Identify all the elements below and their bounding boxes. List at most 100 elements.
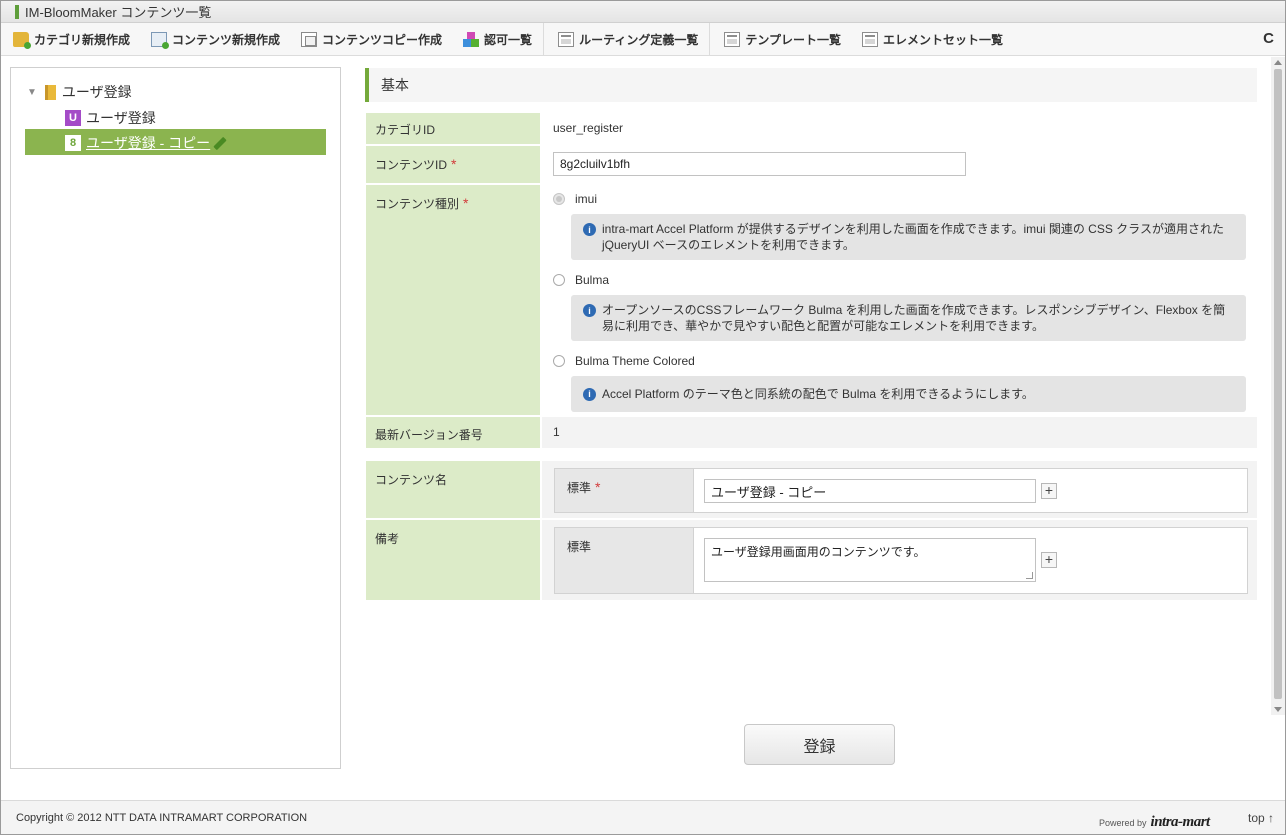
create-content-button[interactable]: コンテンツ新規作成 xyxy=(141,23,291,56)
content-id-input[interactable]: 8g2cluilv1bfh xyxy=(553,152,966,176)
info-icon: i xyxy=(583,304,596,317)
content-badge-icon: U xyxy=(65,110,81,126)
content-name-cell: 標準 * ユーザ登録 - コピー + xyxy=(542,461,1257,518)
radio-bulma-label: Bulma xyxy=(575,273,610,287)
window-icon xyxy=(558,31,575,47)
radio-bulma[interactable] xyxy=(553,274,565,286)
radio-option-bulma[interactable]: Bulma xyxy=(553,273,1246,287)
info-icon: i xyxy=(583,223,596,236)
tree-item-user-register[interactable]: U ユーザ登録 xyxy=(65,108,156,128)
latest-version-label: 最新バージョン番号 xyxy=(366,417,540,448)
section-title: 基本 xyxy=(365,68,1257,102)
scroll-up-icon[interactable] xyxy=(1274,60,1282,65)
copy-icon xyxy=(301,31,318,47)
info-icon: i xyxy=(583,387,596,401)
permission-list-label: 認可一覧 xyxy=(484,32,533,47)
element-set-list-button[interactable]: エレメントセット一覧 xyxy=(852,23,1014,56)
required-mark: * xyxy=(463,195,469,211)
powered-by: Powered by intra-mart xyxy=(1099,814,1210,831)
latest-version-row: 最新バージョン番号 1 xyxy=(366,417,1257,448)
permission-list-button[interactable]: 認可一覧 xyxy=(453,23,543,56)
content-name-input[interactable]: ユーザ登録 - コピー xyxy=(704,479,1036,503)
content-name-value-cell: ユーザ登録 - コピー + xyxy=(694,469,1247,512)
copy-content-button[interactable]: コンテンツコピー作成 xyxy=(291,23,453,56)
collapse-toggle-icon[interactable]: ▼ xyxy=(27,87,37,98)
window-icon xyxy=(862,31,878,47)
window-title: IM-BloomMaker コンテンツ一覧 xyxy=(25,5,212,20)
radio-option-imui[interactable]: imui xyxy=(553,192,1246,206)
content-id-row: コンテンツID * 8g2cluilv1bfh xyxy=(366,146,1257,183)
remarks-label: 備考 xyxy=(366,520,540,600)
latest-version-value: 1 xyxy=(542,417,1257,448)
template-list-label: テンプレート一覧 xyxy=(745,32,841,47)
register-button[interactable]: 登録 xyxy=(744,724,895,765)
radio-bulma-theme-colored-label: Bulma Theme Colored xyxy=(575,354,695,368)
create-content-label: コンテンツ新規作成 xyxy=(172,32,281,47)
locale-label-text: 標準 xyxy=(567,481,592,495)
window-icon xyxy=(724,31,741,47)
content-tree: ▼ ユーザ登録 U ユーザ登録 8 ユーザ登録 - コピー xyxy=(10,67,341,769)
copy-content-label: コンテンツコピー作成 xyxy=(322,32,443,47)
vertical-scrollbar[interactable] xyxy=(1271,57,1285,715)
remarks-row: 備考 標準 ユーザ登録用画面用のコンテンツです。 + xyxy=(366,520,1257,600)
category-id-value: user_register xyxy=(542,113,1257,144)
remarks-textarea[interactable]: ユーザ登録用画面用のコンテンツです。 xyxy=(704,538,1036,582)
info-bulma-theme-colored-text: Accel Platform のテーマ色と同系統の配色で Bulma を利用でき… xyxy=(602,387,1034,401)
content-type-row: コンテンツ種別 * imui i intra-mart Accel Platfor… xyxy=(366,185,1257,415)
content-type-label-text: コンテンツ種別 xyxy=(375,197,460,211)
content-id-label-text: コンテンツID xyxy=(375,158,448,172)
content-id-label: コンテンツID * xyxy=(366,146,540,183)
remarks-text: ユーザ登録用画面用のコンテンツです。 xyxy=(711,545,926,559)
radio-option-bulma-theme-colored[interactable]: Bulma Theme Colored xyxy=(553,354,1246,368)
info-bulma: i オープンソースのCSSフレームワーク Bulma を利用した画面を作成できま… xyxy=(571,295,1246,341)
refresh-icon[interactable]: C xyxy=(1263,30,1274,47)
required-mark: * xyxy=(451,156,457,172)
info-bulma-theme-colored: i Accel Platform のテーマ色と同系統の配色で Bulma を利用… xyxy=(571,376,1246,412)
footer: Copyright © 2012 NTT DATA INTRAMART CORP… xyxy=(1,800,1285,834)
create-category-label: カテゴリ新規作成 xyxy=(34,32,131,47)
template-list-button[interactable]: テンプレート一覧 xyxy=(709,22,852,56)
title-bar: IM-BloomMaker コンテンツ一覧 xyxy=(1,1,1285,23)
content-badge-icon: 8 xyxy=(65,135,81,151)
routing-list-label: ルーティング定義一覧 xyxy=(579,32,699,47)
tree-root-label: ユーザ登録 xyxy=(61,84,132,100)
category-id-label: カテゴリID xyxy=(366,113,540,144)
scroll-thumb[interactable] xyxy=(1274,69,1282,699)
content-add-icon xyxy=(151,31,170,49)
locale-label: 標準 * xyxy=(555,469,694,512)
remarks-locale-table: 標準 ユーザ登録用画面用のコンテンツです。 + xyxy=(554,527,1248,594)
content-name-locale-table: 標準 * ユーザ登録 - コピー + xyxy=(554,468,1248,513)
radio-imui-label: imui xyxy=(575,192,598,206)
element-set-list-label: エレメントセット一覧 xyxy=(883,32,1004,47)
info-imui-text: intra-mart Accel Platform が提供するデザインを利用した… xyxy=(602,222,1224,252)
remarks-cell: 標準 ユーザ登録用画面用のコンテンツです。 + xyxy=(542,520,1257,600)
content-type-cell: imui i intra-mart Accel Platform が提供するデザ… xyxy=(542,185,1257,415)
routing-list-button[interactable]: ルーティング定義一覧 xyxy=(543,22,709,56)
tree-item-user-register-copy[interactable]: 8 ユーザ登録 - コピー xyxy=(65,133,227,153)
pencil-icon xyxy=(213,136,227,150)
radio-imui[interactable] xyxy=(553,193,565,205)
copyright-text: Copyright © 2012 NTT DATA INTRAMART CORP… xyxy=(16,812,308,824)
resize-handle-icon[interactable] xyxy=(1026,572,1033,579)
content-type-label: コンテンツ種別 * xyxy=(366,185,540,415)
add-locale-button[interactable]: + xyxy=(1041,483,1057,499)
create-category-button[interactable]: カテゴリ新規作成 xyxy=(11,23,141,56)
radio-bulma-theme-colored[interactable] xyxy=(553,355,565,367)
category-id-row: カテゴリID user_register xyxy=(366,113,1257,144)
tree-root-item[interactable]: ▼ ユーザ登録 xyxy=(27,82,132,102)
content-name-label: コンテンツ名 xyxy=(366,461,540,518)
permission-icon xyxy=(463,31,480,47)
folder-add-icon xyxy=(13,31,31,49)
info-bulma-text: オープンソースのCSSフレームワーク Bulma を利用した画面を作成できます。… xyxy=(602,303,1226,333)
add-locale-button[interactable]: + xyxy=(1041,552,1057,568)
top-link[interactable]: top ↑ xyxy=(1248,811,1274,825)
content-detail-panel: 基本 カテゴリID user_register コンテンツID * 8g2clui… xyxy=(358,62,1270,722)
tree-item-label: ユーザ登録 - コピー xyxy=(86,135,211,151)
required-mark: * xyxy=(595,479,601,495)
intra-mart-logo: intra-mart xyxy=(1150,814,1211,830)
scroll-down-icon[interactable] xyxy=(1274,707,1282,712)
powered-by-text: Powered by xyxy=(1099,818,1147,828)
folder-icon xyxy=(44,84,56,100)
title-marker-icon xyxy=(15,4,19,19)
locale-label: 標準 xyxy=(555,528,694,593)
